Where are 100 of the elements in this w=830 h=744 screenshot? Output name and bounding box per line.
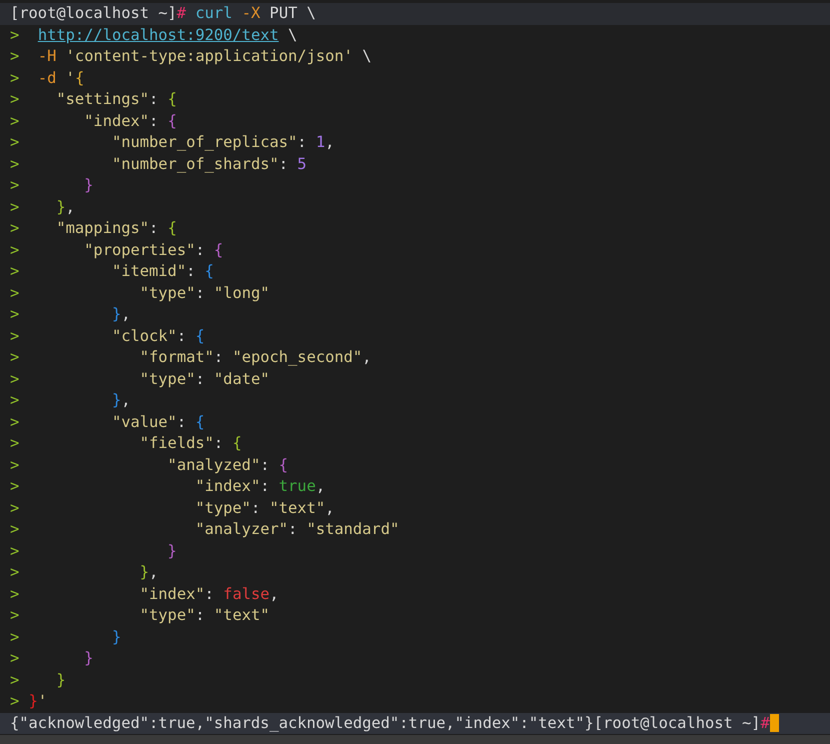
json-key: "settings": [56, 90, 150, 108]
json-key: "analyzed": [168, 456, 260, 474]
boolean-literal: false: [223, 584, 270, 602]
json-key: "index": [84, 112, 150, 130]
json-key: "type": [195, 498, 251, 516]
brace: {: [195, 412, 205, 430]
json-key: "index": [195, 477, 260, 495]
continuation-marker: >: [10, 542, 20, 560]
option-text: -X: [242, 4, 260, 22]
punctuation: :: [195, 240, 206, 258]
code-text: PUT \: [270, 4, 316, 22]
number-literal: 1: [316, 133, 326, 151]
punctuation: ,: [270, 584, 279, 602]
continuation-marker: >: [10, 305, 20, 323]
punctuation: :: [297, 133, 308, 151]
code-text: {"acknowledged":true,"shards_acknowledged":true,"index":"text"}: [10, 714, 594, 732]
punctuation: ,: [362, 348, 372, 366]
json-key: "number_of_replicas": [112, 133, 298, 151]
string-literal: ': [66, 68, 75, 86]
punctuation: ,: [66, 198, 75, 216]
continuation-marker: >: [10, 154, 20, 172]
brace: {: [74, 68, 84, 86]
continuation-marker: >: [10, 606, 20, 624]
json-key: "type": [140, 606, 196, 624]
prompt-text: [root@localhost ~]: [10, 4, 177, 22]
prompt-text: [root@localhost ~]: [594, 714, 761, 732]
string-literal: "long": [214, 284, 270, 302]
brace: }: [28, 692, 38, 710]
continuation-marker: >: [10, 262, 20, 280]
string-literal: 'content-type:application/json': [66, 47, 353, 65]
punctuation: :: [250, 498, 262, 516]
brace: {: [232, 434, 242, 452]
punctuation: ,: [325, 498, 334, 516]
punctuation: :: [176, 326, 188, 344]
continuation-marker: >: [10, 198, 20, 216]
punctuation: ,: [149, 563, 158, 581]
brace: {: [168, 90, 177, 108]
continuation-marker: >: [10, 284, 20, 302]
punctuation: :: [186, 262, 196, 280]
punctuation: :: [149, 112, 160, 130]
string-literal: "text": [270, 498, 326, 516]
continuation-marker: >: [10, 219, 20, 237]
brace: }: [140, 563, 150, 581]
brace: }: [112, 628, 122, 646]
punctuation: :: [260, 456, 270, 474]
json-key: "type": [140, 284, 196, 302]
continuation-marker: >: [10, 348, 20, 366]
punctuation: :: [195, 284, 206, 302]
brace: {: [195, 326, 205, 344]
code-text: \: [362, 47, 372, 65]
punctuation: ,: [316, 477, 326, 495]
json-key: "fields": [140, 434, 214, 452]
continuation-marker: >: [10, 692, 20, 710]
punctuation: ,: [121, 391, 131, 409]
punctuation: :: [195, 370, 206, 388]
number-literal: 5: [297, 154, 307, 172]
url-link[interactable]: http://localhost:9200/text: [38, 26, 279, 44]
string-literal: "text": [214, 606, 270, 624]
brace: }: [84, 649, 94, 667]
continuation-marker: >: [10, 563, 20, 581]
continuation-marker: >: [10, 68, 20, 86]
continuation-marker: >: [10, 434, 20, 452]
string-literal: "epoch_second": [232, 348, 362, 366]
continuation-marker: >: [10, 520, 20, 538]
continuation-marker: >: [10, 670, 20, 688]
punctuation: :: [149, 90, 160, 108]
continuation-marker: >: [10, 649, 20, 667]
continuation-marker: >: [10, 90, 20, 108]
continuation-marker: >: [10, 584, 20, 602]
json-key: "number_of_shards": [112, 154, 279, 172]
punctuation: :: [149, 219, 160, 237]
continuation-marker: >: [10, 498, 20, 516]
json-key: "value": [112, 412, 177, 430]
brace: {: [204, 262, 214, 280]
command-text: curl: [195, 4, 232, 22]
continuation-marker: >: [10, 412, 20, 430]
punctuation: ,: [325, 133, 334, 151]
punctuation: :: [204, 584, 215, 602]
string-literal: "date": [214, 370, 270, 388]
brace: {: [168, 219, 177, 237]
brace: }: [84, 176, 94, 194]
json-key: "format": [140, 348, 214, 366]
punctuation: :: [195, 606, 206, 624]
brace: {: [278, 456, 288, 474]
punctuation: :: [288, 520, 298, 538]
json-key: "mappings": [56, 219, 150, 237]
continuation-marker: >: [10, 112, 20, 130]
json-key: "clock": [112, 326, 177, 344]
json-key: "properties": [84, 240, 196, 258]
brace: }: [56, 198, 66, 216]
option-text: -H: [38, 47, 56, 65]
punctuation: :: [176, 412, 188, 430]
continuation-marker: >: [10, 47, 20, 65]
continuation-marker: >: [10, 391, 20, 409]
brace: }: [112, 391, 122, 409]
continuation-marker: >: [10, 133, 20, 151]
brace: }: [112, 305, 122, 323]
json-key: "type": [140, 370, 196, 388]
prompt-symbol: #: [760, 714, 770, 732]
punctuation: :: [214, 348, 224, 366]
